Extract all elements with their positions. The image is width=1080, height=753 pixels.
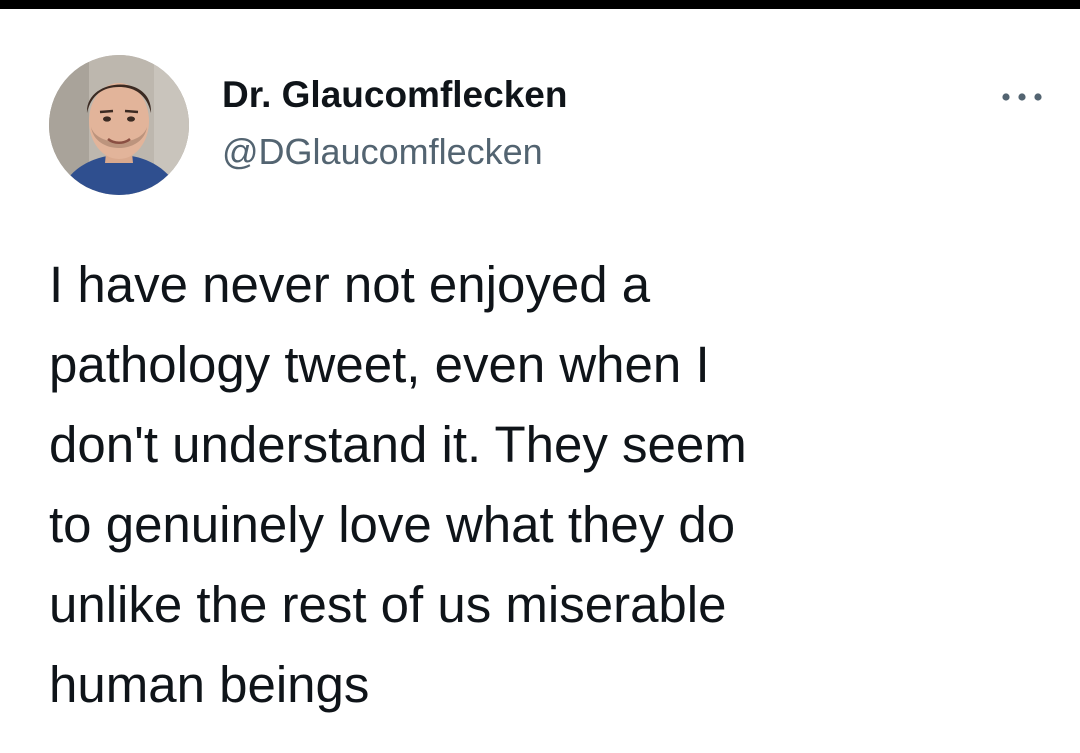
tweet-text-line: pathology tweet, even when I [49,336,710,393]
tweet-text-line: human beings [49,656,370,713]
tweet-text-line: to genuinely love what they do [49,496,736,553]
author-display-name[interactable]: Dr. Glaucomflecken [222,73,567,117]
tweet-text-line: I have never not enjoyed a [49,256,651,313]
tweet-text-line: don't understand it. They seem [49,416,747,473]
more-horizontal-icon [1002,93,1042,101]
more-options-button[interactable] [990,79,1054,115]
tweet-text: I have never not enjoyed a pathology twe… [49,245,1049,725]
author-handle[interactable]: @DGlaucomflecken [222,131,543,173]
avatar[interactable] [49,55,189,195]
tweet-text-line: unlike the rest of us miserable [49,576,727,633]
top-bar [0,0,1080,9]
tweet-card: Dr. Glaucomflecken @DGlaucomflecken I ha… [0,9,1080,753]
avatar-photo [49,55,189,195]
